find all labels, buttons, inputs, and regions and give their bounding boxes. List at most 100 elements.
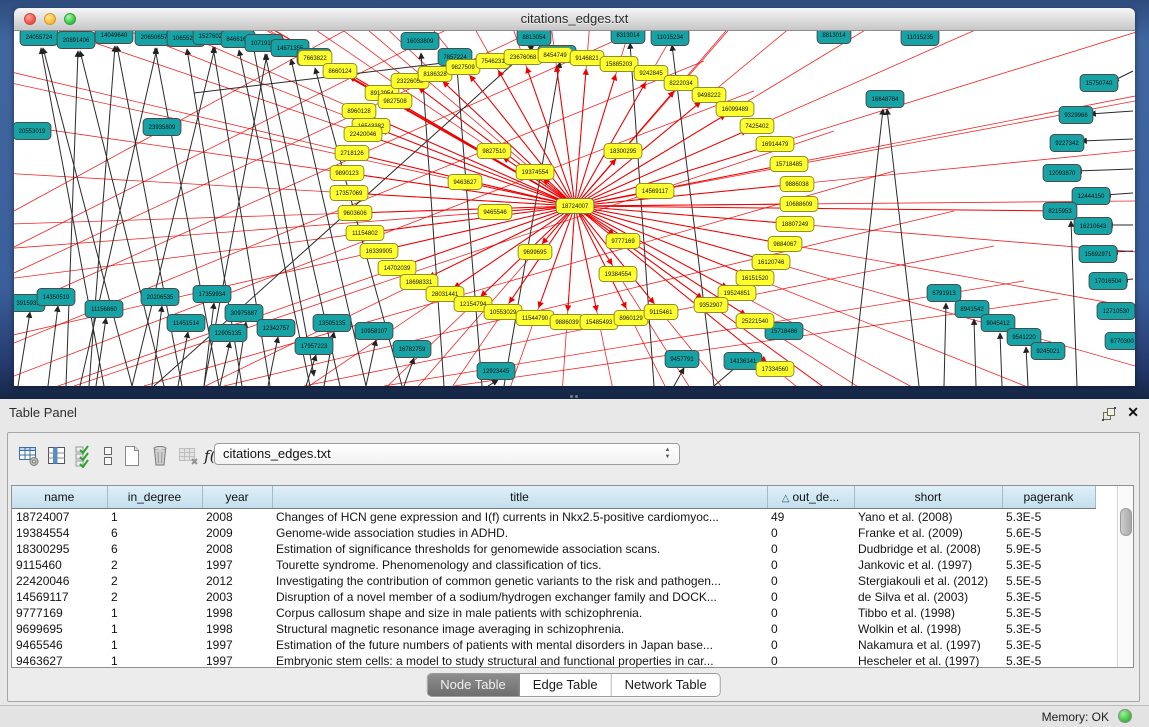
float-panel-icon[interactable]	[1101, 406, 1117, 422]
graph-node[interactable]: 12710530	[1097, 303, 1135, 320]
close-panel-icon[interactable]: ✕	[1127, 404, 1139, 421]
graph-node[interactable]: 19374554	[516, 165, 554, 180]
graph-node[interactable]: 10688609	[780, 197, 818, 212]
graph-node[interactable]: 20553019	[14, 123, 51, 140]
column-header-name[interactable]: name	[12, 486, 107, 509]
graph-node[interactable]: 14702039	[378, 261, 416, 276]
graph-node[interactable]: 12093870	[1043, 165, 1081, 182]
graph-node[interactable]: 8960129	[614, 311, 648, 326]
table-selector-dropdown[interactable]: citations_edges.txt ▲▼	[214, 443, 680, 465]
graph-node[interactable]: 12444150	[1072, 188, 1110, 205]
graph-node[interactable]: 16151520	[736, 271, 774, 286]
graph-node[interactable]: 11154802	[346, 226, 384, 241]
column-header-short[interactable]: short	[854, 486, 1002, 509]
graph-node[interactable]: 9352907	[694, 298, 728, 313]
graph-node[interactable]: 9329966	[1059, 107, 1093, 124]
tab-edge-table[interactable]: Edge Table	[520, 674, 612, 696]
graph-node[interactable]: 9890123	[330, 166, 364, 181]
graph-node[interactable]: 16914479	[756, 137, 794, 152]
column-header-out_degree[interactable]: △out_de...	[767, 486, 854, 509]
graph-node[interactable]: 11544790	[516, 311, 554, 326]
tab-node-table[interactable]: Node Table	[427, 674, 520, 696]
graph-node[interactable]: 12923445	[477, 363, 515, 380]
graph-node[interactable]: 16099489	[716, 102, 754, 117]
graph-node[interactable]: 14049640	[95, 31, 133, 44]
graph-node[interactable]: 25221540	[736, 314, 774, 329]
table-row[interactable]: 946554611997Estimation of the future num…	[12, 637, 1095, 653]
tab-network-table[interactable]: Network Table	[612, 674, 720, 696]
table-row[interactable]: 1872400712008Changes of HCN gene express…	[12, 509, 1095, 526]
graph-node[interactable]: 8813054	[517, 31, 551, 46]
graph-node[interactable]: 15485493	[580, 315, 618, 330]
graph-node[interactable]: 23676068	[504, 50, 542, 65]
zoom-window-button[interactable]	[64, 13, 76, 25]
graph-node[interactable]: 9242845	[634, 66, 668, 81]
delete-column-icon[interactable]	[147, 442, 172, 470]
network-window-titlebar[interactable]: citations_edges.txt	[14, 8, 1135, 31]
graph-node[interactable]: 6770300	[1105, 333, 1135, 350]
close-window-button[interactable]	[24, 13, 36, 25]
graph-node[interactable]: 20206535	[141, 289, 179, 306]
graph-node[interactable]: 9115461	[644, 305, 678, 320]
graph-node[interactable]: 9827510	[477, 144, 511, 159]
show-columns-icon[interactable]	[44, 442, 69, 470]
graph-node[interactable]: 30975887	[225, 305, 263, 322]
graph-node[interactable]: 8215953	[1043, 203, 1077, 220]
graph-node[interactable]: 9603606	[338, 206, 372, 221]
graph-node[interactable]: 8222034	[664, 76, 698, 91]
graph-node[interactable]: 15885203	[600, 57, 638, 72]
graph-node[interactable]: 16120746	[752, 255, 790, 270]
graph-node[interactable]: 9886039	[550, 315, 584, 330]
scrollbar-thumb[interactable]	[1120, 508, 1132, 536]
graph-node[interactable]: 9457791	[665, 351, 699, 368]
graph-node[interactable]: 16782759	[393, 341, 431, 358]
graph-node[interactable]: 8454749	[538, 48, 572, 63]
graph-node[interactable]: 9245021	[1031, 343, 1065, 360]
graph-node[interactable]: 11015235	[901, 31, 939, 46]
graph-node[interactable]: 9146821	[570, 51, 604, 66]
graph-node[interactable]: 17957223	[295, 338, 333, 355]
table-settings-icon[interactable]	[16, 442, 41, 470]
row-height-icon[interactable]	[100, 442, 116, 470]
graph-node[interactable]: 8313014	[611, 31, 645, 44]
graph-node[interactable]: 12342757	[257, 320, 295, 337]
graph-node[interactable]: 9884067	[768, 237, 802, 252]
graph-node[interactable]: 16339905	[360, 244, 398, 259]
graph-node[interactable]: 9827509	[446, 60, 480, 75]
graph-node[interactable]: 12905135	[209, 325, 247, 342]
graph-node[interactable]: 9463627	[448, 175, 482, 190]
graph-node[interactable]: 20891406	[57, 32, 95, 49]
graph-node[interactable]: 11156860	[85, 301, 123, 318]
graph-node[interactable]: 18807249	[776, 217, 814, 232]
column-header-in_degree[interactable]: in_degree	[107, 486, 202, 509]
column-header-title[interactable]: title	[272, 486, 767, 509]
table-row[interactable]: 946362711997Embryonic stem cells: a mode…	[12, 653, 1095, 668]
graph-node[interactable]: 17359934	[193, 286, 231, 303]
graph-node[interactable]: 13505135	[313, 315, 351, 332]
memory-ok-indicator-icon[interactable]	[1118, 709, 1132, 723]
new-column-icon[interactable]	[119, 442, 144, 470]
graph-node[interactable]: 16210643	[1074, 218, 1112, 235]
table-row[interactable]: 911546021997Tourette syndrome. Phenomeno…	[12, 557, 1095, 573]
graph-node[interactable]: 17016504	[1089, 273, 1127, 290]
graph-node[interactable]: 17357069	[330, 186, 368, 201]
graph-node[interactable]: 10958107	[355, 323, 393, 340]
graph-node[interactable]: 8813014	[817, 31, 851, 44]
graph-node[interactable]: 8960128	[342, 104, 376, 119]
graph-node[interactable]: 9886038	[780, 177, 814, 192]
graph-node[interactable]: 16033809	[401, 33, 439, 50]
graph-node[interactable]: 15718485	[770, 157, 808, 172]
graph-node[interactable]: 7425402	[740, 119, 774, 134]
graph-node[interactable]: 15692971	[1079, 246, 1117, 263]
table-row[interactable]: 1938455462009Genome-wide association stu…	[12, 525, 1095, 541]
graph-node[interactable]: 8660124	[323, 64, 357, 79]
graph-node[interactable]: 14569117	[636, 184, 674, 199]
graph-node[interactable]: 9827508	[378, 94, 412, 109]
table-row[interactable]: 2242004622012Investigating the contribut…	[12, 573, 1095, 589]
graph-node[interactable]: 11451514	[167, 315, 205, 332]
graph-node[interactable]: 9777169	[606, 234, 640, 249]
graph-node[interactable]: 11015234	[651, 31, 689, 46]
table-row[interactable]: 1456911722003Disruption of a novel membe…	[12, 589, 1095, 605]
graph-node[interactable]: 9465546	[478, 205, 512, 220]
graph-node[interactable]: 23935809	[143, 119, 181, 136]
